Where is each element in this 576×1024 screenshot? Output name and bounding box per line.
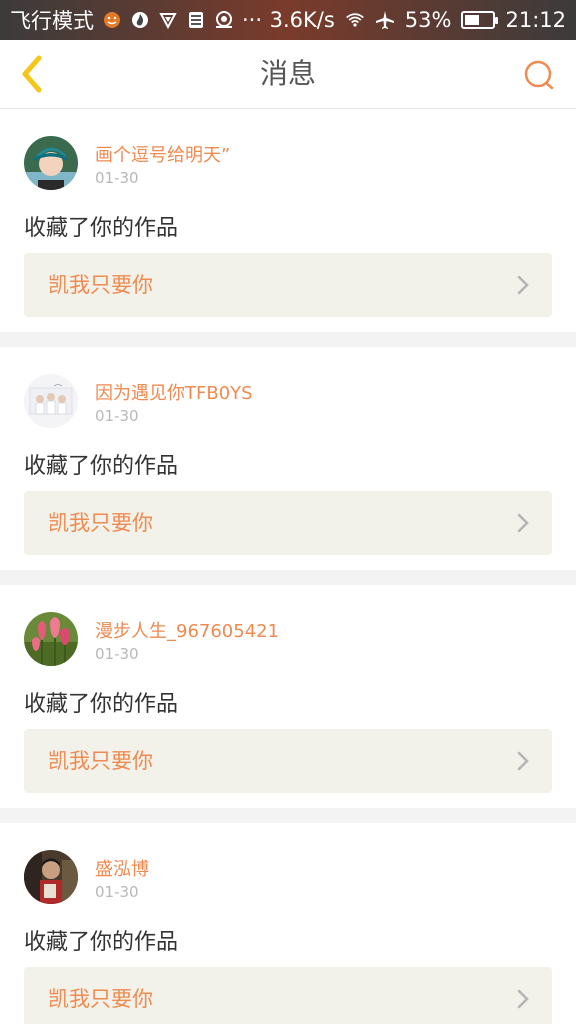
avatar-tulips-icon (24, 612, 78, 666)
page: 飞行模式 ··· 3.6K/s 53% 21:12 消息 画个逗号给明天” 01… (0, 0, 576, 1024)
work-title: 凯我只要你 (48, 511, 153, 535)
chevron-right-icon (517, 989, 529, 1009)
username[interactable]: 漫步人生_967605421 (95, 617, 279, 643)
avatar[interactable] (24, 850, 78, 904)
message-card: 因为遇见你TFB0YS 01-30 收藏了你的作品 凯我只要你 (0, 347, 576, 570)
fire-icon (130, 10, 150, 30)
work-link[interactable]: 凯我只要你 (24, 967, 552, 1024)
message-card: 漫步人生_967605421 01-30 收藏了你的作品 凯我只要你 (0, 585, 576, 808)
wifi-icon (345, 10, 365, 30)
avatar-person-icon (24, 850, 78, 904)
battery-percent: 53% (404, 8, 452, 32)
status-right: 3.6K/s 53% 21:12 (270, 8, 566, 32)
avatar[interactable] (24, 374, 78, 428)
net-speed: 3.6K/s (269, 8, 335, 32)
avatar[interactable] (24, 136, 78, 190)
work-link[interactable]: 凯我只要你 (24, 491, 552, 555)
username[interactable]: 盛泓博 (95, 855, 149, 881)
status-ellipsis: ··· (242, 8, 263, 32)
search-button[interactable] (520, 56, 558, 94)
message-card: 画个逗号给明天” 01-30 收藏了你的作品 凯我只要你 (0, 109, 576, 332)
work-link[interactable]: 凯我只要你 (24, 729, 552, 793)
avatar-group-photo-icon (24, 374, 78, 428)
message-card: 盛泓博 01-30 收藏了你的作品 凯我只要你 (0, 823, 576, 1024)
avatar-boy-cap-icon (24, 136, 78, 190)
sim-icon (186, 10, 206, 30)
battery-icon (461, 11, 499, 29)
work-title: 凯我只要你 (48, 749, 153, 773)
message-date: 01-30 (95, 883, 139, 901)
work-title: 凯我只要你 (48, 273, 153, 297)
page-title: 消息 (259, 57, 316, 90)
airplane-icon (375, 10, 395, 30)
header: 消息 (0, 40, 576, 109)
message-date: 01-30 (95, 169, 139, 187)
message-date: 01-30 (95, 407, 139, 425)
clock: 21:12 (505, 8, 566, 32)
avatar[interactable] (24, 612, 78, 666)
message-list: 画个逗号给明天” 01-30 收藏了你的作品 凯我只要你 因为遇见你TFB0YS… (0, 109, 576, 1024)
work-link[interactable]: 凯我只要你 (24, 253, 552, 317)
action-text: 收藏了你的作品 (24, 216, 179, 241)
action-text: 收藏了你的作品 (24, 930, 179, 955)
message-date: 01-30 (95, 645, 139, 663)
battery-fill (465, 15, 480, 25)
username[interactable]: 画个逗号给明天” (95, 141, 230, 167)
search-icon (524, 60, 554, 90)
work-title: 凯我只要你 (48, 987, 153, 1011)
action-text: 收藏了你的作品 (24, 692, 179, 717)
status-left: 飞行模式 ··· (10, 5, 262, 35)
chevron-right-icon (517, 513, 529, 533)
emoji-icon (102, 10, 122, 30)
airplane-mode-text: 飞行模式 (10, 9, 94, 33)
chevron-right-icon (517, 275, 529, 295)
username[interactable]: 因为遇见你TFB0YS (95, 379, 253, 405)
chevron-right-icon (517, 751, 529, 771)
status-bar: 飞行模式 ··· 3.6K/s 53% 21:12 (0, 0, 576, 40)
action-text: 收藏了你的作品 (24, 454, 179, 479)
location-icon (214, 10, 234, 30)
shield-icon (158, 10, 178, 30)
